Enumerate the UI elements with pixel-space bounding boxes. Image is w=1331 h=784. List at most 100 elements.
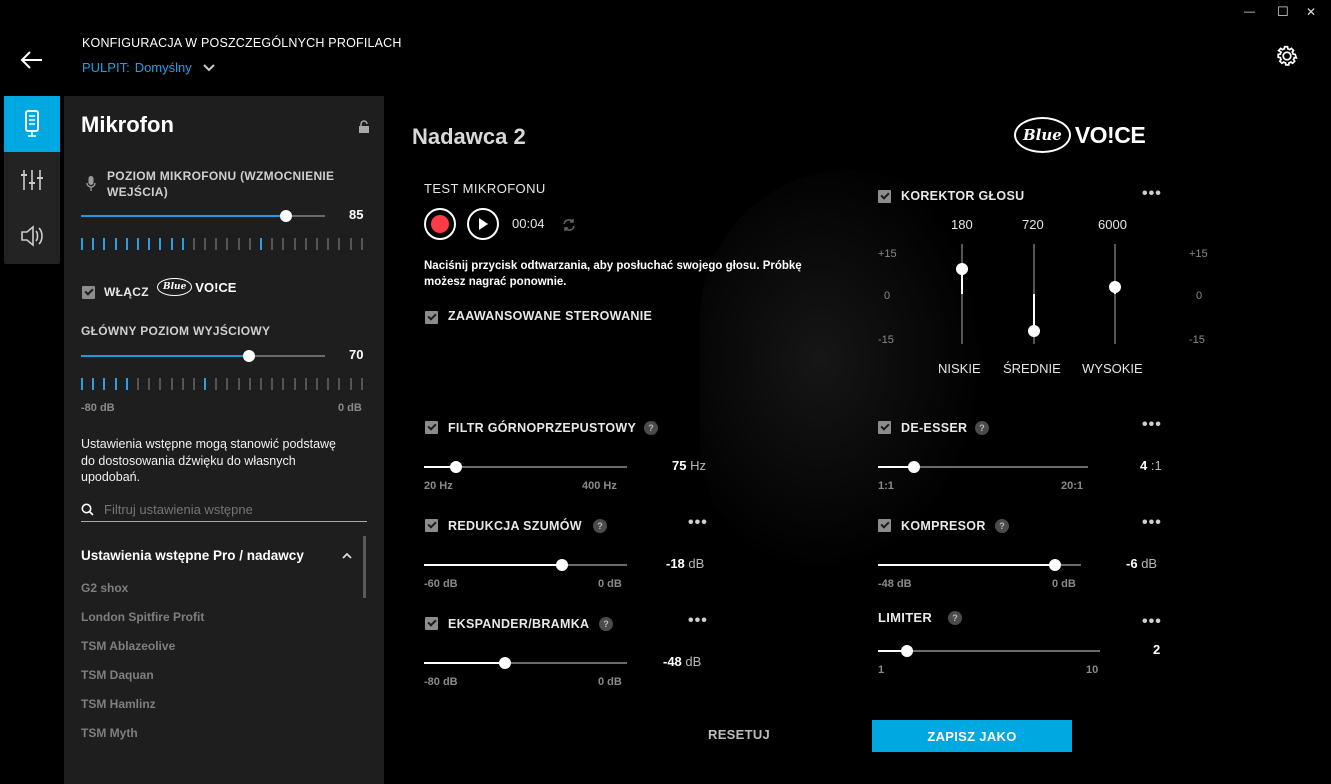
- microphone-panel: Mikrofon POZIOM MIKROFONU (WZMOCNIENIE W…: [64, 96, 384, 784]
- compressor-more-button[interactable]: •••: [1142, 514, 1162, 532]
- highpass-slider[interactable]: [424, 461, 627, 473]
- eq-band-mid-name: ŚREDNIE: [1003, 361, 1061, 376]
- eq-checkbox[interactable]: [878, 190, 891, 203]
- lock-button[interactable]: [358, 120, 370, 139]
- voice-logo-text: VO!CE: [195, 279, 237, 295]
- noise-more-button[interactable]: •••: [688, 514, 708, 532]
- maximize-button[interactable]: ☐: [1277, 4, 1289, 20]
- mic-level-slider[interactable]: [81, 210, 325, 222]
- enable-blue-voice-checkbox[interactable]: [82, 286, 95, 299]
- expander-checkbox[interactable]: [425, 617, 438, 630]
- deesser-more-button[interactable]: •••: [1142, 416, 1162, 434]
- highpass-help-icon[interactable]: ?: [644, 421, 658, 435]
- noise-checkbox[interactable]: [425, 519, 438, 532]
- minimize-button[interactable]: —: [1244, 6, 1255, 18]
- sidebar-item-speaker[interactable]: [4, 208, 60, 264]
- highpass-value-number: 75: [672, 458, 687, 473]
- limiter-more-button[interactable]: •••: [1142, 613, 1162, 631]
- meter-bar: [136, 378, 139, 390]
- list-item[interactable]: London Spitfire Profit: [81, 610, 204, 624]
- panel-title: Mikrofon: [81, 112, 174, 137]
- eq-band-high-slider[interactable]: [1109, 244, 1121, 344]
- slider-knob[interactable]: [279, 210, 292, 222]
- deesser-checkbox[interactable]: [878, 421, 891, 434]
- deesser-slider[interactable]: [878, 461, 1088, 473]
- slider-knob[interactable]: [900, 645, 913, 657]
- compressor-value-unit: dB: [1141, 556, 1158, 571]
- meter-bar: [293, 378, 296, 390]
- eq-label: KOREKTOR GŁOSU: [901, 189, 1025, 203]
- slider-knob[interactable]: [1109, 281, 1121, 293]
- meter-bar: [360, 238, 363, 250]
- reset-button[interactable]: RESETUJ: [708, 727, 770, 742]
- deesser-help-icon[interactable]: ?: [975, 421, 989, 435]
- slider-knob[interactable]: [499, 657, 512, 669]
- meter-bar: [282, 378, 285, 390]
- slider-knob[interactable]: [907, 461, 920, 473]
- output-level-meter: [81, 378, 363, 390]
- preset-scrollbar[interactable]: [363, 536, 366, 598]
- highpass-checkbox[interactable]: [425, 421, 438, 434]
- eq-more-button[interactable]: •••: [1142, 185, 1162, 203]
- mic-level-value: 85: [349, 207, 364, 222]
- eq-freq-low: 180: [951, 217, 973, 232]
- preset-filter-input[interactable]: [104, 498, 367, 520]
- expander-max: 0 dB: [598, 676, 622, 688]
- compressor-help-icon[interactable]: ?: [995, 519, 1009, 533]
- noise-label: REDUKCJA SZUMÓW: [448, 519, 582, 533]
- expander-more-button[interactable]: •••: [688, 612, 708, 630]
- limiter-help-icon[interactable]: ?: [948, 611, 962, 625]
- meter-bar: [136, 238, 139, 250]
- expander-slider[interactable]: [424, 657, 627, 669]
- meter-bar: [92, 238, 95, 250]
- meter-bar: [237, 238, 240, 250]
- advanced-checkbox[interactable]: [425, 311, 438, 324]
- sidebar-item-equalizer[interactable]: [4, 152, 60, 208]
- compressor-checkbox[interactable]: [878, 519, 891, 532]
- slider-knob[interactable]: [450, 461, 463, 473]
- meter-bar: [226, 378, 229, 390]
- eq-band-low-slider[interactable]: [956, 244, 968, 344]
- meter-bar: [327, 378, 330, 390]
- compressor-value-number: -6: [1126, 556, 1138, 571]
- meter-bar: [338, 238, 341, 250]
- blue-voice-brand: Blue VO!CE: [1014, 117, 1146, 153]
- back-button[interactable]: [18, 48, 46, 72]
- sidebar: [4, 96, 60, 264]
- list-item[interactable]: TSM Myth: [81, 726, 204, 740]
- repeat-icon[interactable]: [562, 218, 576, 232]
- list-item[interactable]: TSM Ablazeolive: [81, 639, 204, 653]
- noise-help-icon[interactable]: ?: [593, 519, 607, 533]
- eq-band-mid-slider[interactable]: [1028, 244, 1040, 344]
- deesser-value-unit: :1: [1150, 458, 1162, 473]
- meter-bar: [293, 238, 296, 250]
- close-button[interactable]: ✕: [1306, 5, 1316, 19]
- list-item[interactable]: G2 shox: [81, 581, 204, 595]
- play-button[interactable]: [467, 208, 499, 240]
- highpass-min: 20 Hz: [424, 480, 453, 492]
- preset-group-header[interactable]: Ustawienia wstępne Pro / nadawcy: [81, 548, 304, 563]
- compressor-slider[interactable]: [878, 559, 1081, 571]
- sidebar-item-microphone[interactable]: [4, 96, 60, 152]
- slider-knob[interactable]: [556, 559, 569, 571]
- record-button[interactable]: [424, 208, 456, 240]
- slider-knob[interactable]: [1028, 325, 1040, 337]
- limiter-slider[interactable]: [878, 645, 1100, 657]
- eq-scale-mid-left: 0: [884, 290, 891, 302]
- list-item[interactable]: TSM Daquan: [81, 668, 204, 682]
- profile-selector[interactable]: PULPIT: Domyślny: [82, 60, 217, 75]
- slider-knob[interactable]: [1048, 559, 1061, 571]
- slider-knob[interactable]: [243, 350, 256, 362]
- output-level-slider[interactable]: [81, 350, 325, 362]
- list-item[interactable]: TSM Hamlinz: [81, 697, 204, 711]
- settings-button[interactable]: [1274, 43, 1300, 74]
- chevron-up-icon[interactable]: [341, 551, 353, 560]
- compressor-min: -48 dB: [878, 578, 912, 590]
- record-icon: [431, 215, 449, 233]
- slider-knob[interactable]: [956, 263, 968, 275]
- save-as-button[interactable]: ZAPISZ JAKO: [872, 720, 1072, 752]
- expander-help-icon[interactable]: ?: [599, 617, 613, 631]
- save-as-label: ZAPISZ JAKO: [927, 728, 1017, 744]
- eq-band-high-name: WYSOKIE: [1082, 361, 1143, 376]
- noise-slider[interactable]: [424, 559, 627, 571]
